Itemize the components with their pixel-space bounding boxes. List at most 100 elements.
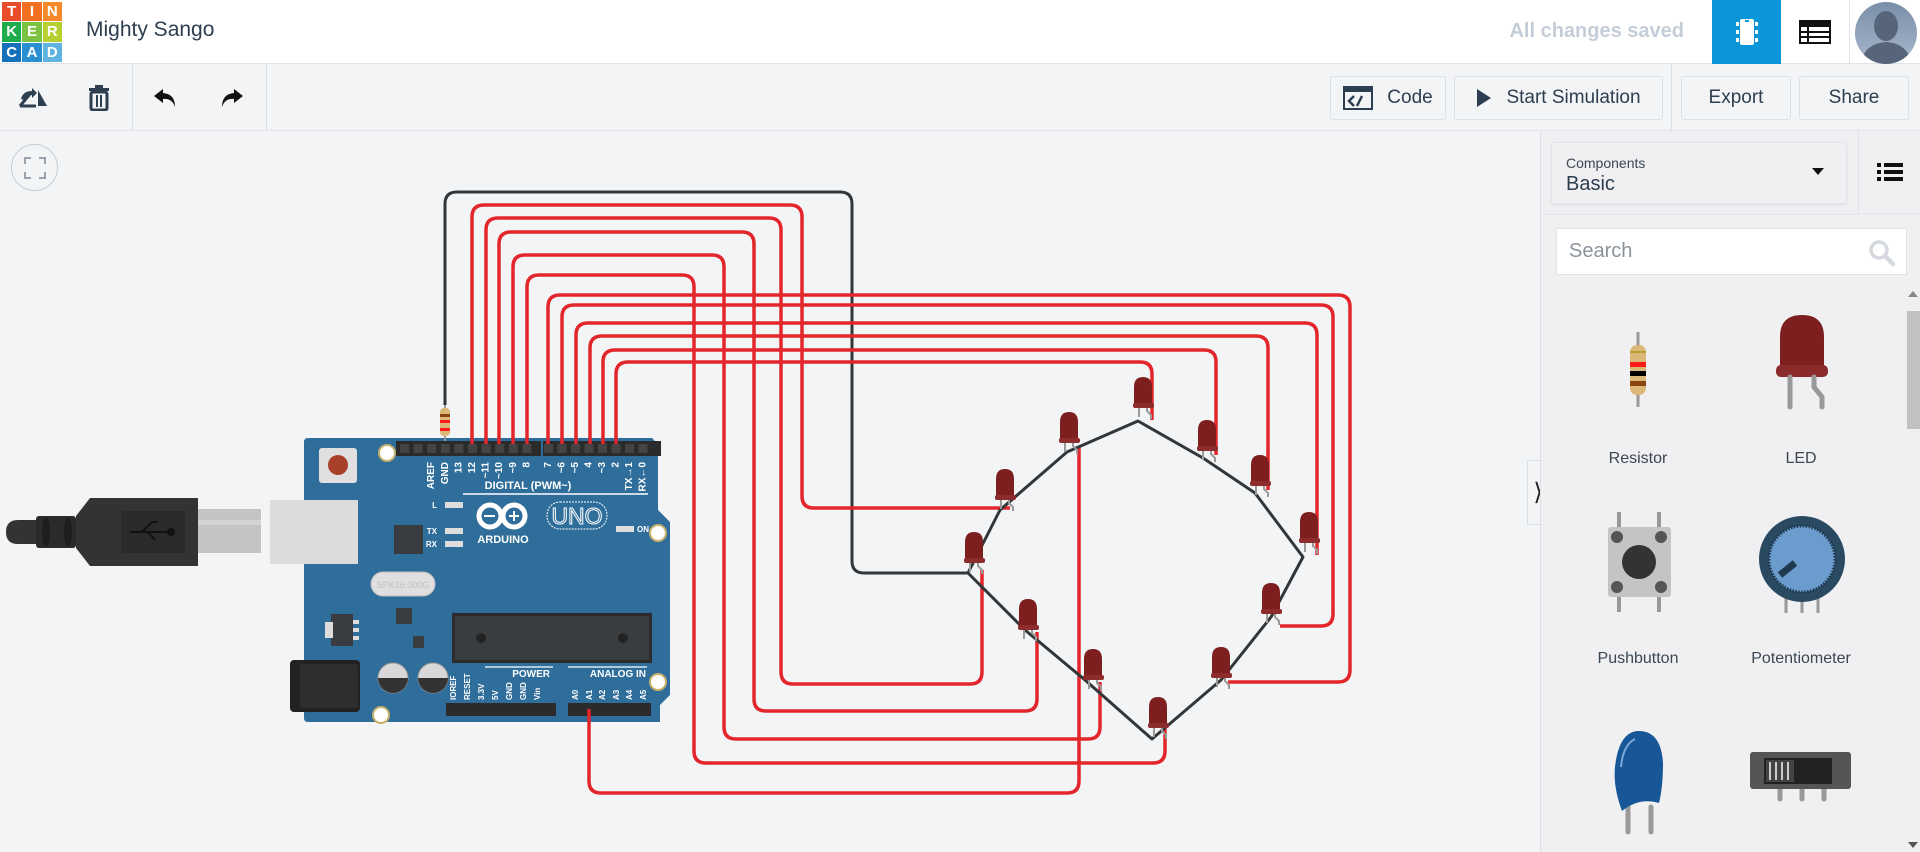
svg-text:ON: ON xyxy=(637,525,649,534)
header-pin xyxy=(584,444,594,453)
signal-wire[interactable] xyxy=(588,334,1270,490)
list-view-toggle[interactable] xyxy=(1858,131,1920,214)
pushbutton-icon xyxy=(1608,512,1671,612)
pin-label: ~6 xyxy=(557,462,568,474)
component-list-button[interactable] xyxy=(1781,0,1850,64)
export-label: Export xyxy=(1708,87,1764,108)
list-icon xyxy=(1877,163,1903,181)
logo-letter: K xyxy=(2,22,22,42)
rotate-icon xyxy=(18,88,47,108)
pin-label: A4 xyxy=(625,689,634,700)
svg-text:TX: TX xyxy=(427,527,438,536)
header-pin xyxy=(400,444,409,453)
pin-label: RESET xyxy=(463,673,472,700)
pin-label: 2 xyxy=(611,462,622,468)
components-dropdown[interactable]: Components Basic xyxy=(1551,142,1847,204)
signal-wire[interactable] xyxy=(560,303,1335,628)
pin-label: GND xyxy=(440,462,451,484)
pin-label: ~5 xyxy=(570,462,581,474)
project-title[interactable]: Mighty Sango xyxy=(86,18,214,42)
code-icon xyxy=(1343,86,1374,110)
undo-button[interactable] xyxy=(150,82,182,114)
component-potentiometer[interactable]: Potentiometer xyxy=(1726,507,1876,697)
led[interactable] xyxy=(964,532,985,574)
scroll-up-arrow-icon[interactable] xyxy=(1908,291,1918,297)
header-pin xyxy=(440,444,450,453)
circuit-view-button[interactable] xyxy=(1712,0,1781,64)
header-pin xyxy=(413,444,423,453)
header-pin xyxy=(454,444,464,453)
mount-hole xyxy=(378,444,396,462)
code-label: Code xyxy=(1387,87,1433,108)
digital-header-label: DIGITAL (PWM~) xyxy=(485,480,572,492)
component-list-icon xyxy=(1799,20,1831,44)
user-silhouette-icon xyxy=(1861,11,1911,64)
pin-label: 8 xyxy=(521,462,532,468)
search-input[interactable] xyxy=(1557,229,1906,274)
pin-label: ~3 xyxy=(597,462,608,474)
share-label: Share xyxy=(1828,87,1880,108)
svg-text:L: L xyxy=(432,501,437,510)
component-slideswitch[interactable] xyxy=(1726,707,1876,852)
pin-label: ~10 xyxy=(494,462,505,479)
resistor[interactable] xyxy=(440,405,450,441)
header-pin xyxy=(625,444,634,453)
panel-scrollbar[interactable] xyxy=(1905,291,1920,852)
rotate-button[interactable] xyxy=(17,82,49,114)
logo-letter: T xyxy=(2,2,22,22)
pin-label: A3 xyxy=(612,689,621,700)
potentiometer-icon xyxy=(1759,516,1845,613)
header-pin xyxy=(544,444,553,453)
pin-label: A1 xyxy=(585,689,594,700)
pin-label: A5 xyxy=(639,689,648,700)
scroll-thumb[interactable] xyxy=(1907,311,1920,429)
caret-down-icon xyxy=(1812,168,1824,175)
pin-label: ~9 xyxy=(508,462,519,474)
code-button[interactable]: Code xyxy=(1330,76,1446,120)
logo-letter: E xyxy=(22,22,42,42)
logo-letter: A xyxy=(22,42,42,62)
pin-label: 3.3V xyxy=(477,683,486,700)
components-dropdown-value: Basic xyxy=(1566,173,1615,195)
logo-letter: N xyxy=(42,2,62,22)
pin-label: AREF xyxy=(426,462,437,489)
component-pushbutton[interactable]: Pushbutton xyxy=(1563,507,1713,697)
start-simulation-button[interactable]: Start Simulation xyxy=(1454,76,1663,120)
header-pin xyxy=(598,444,607,453)
search-icon[interactable] xyxy=(1868,239,1896,267)
analog-label: ANALOG IN xyxy=(590,669,646,680)
board-brand: ARDUINO xyxy=(477,534,529,546)
tinkercad-logo[interactable]: T I N K E R C A D xyxy=(2,2,62,62)
logo-letter: D xyxy=(42,42,62,62)
mount-hole xyxy=(649,673,667,691)
capacitor-icon xyxy=(1614,731,1663,835)
export-button[interactable]: Export xyxy=(1681,76,1791,120)
pin-label: A2 xyxy=(598,689,607,700)
scroll-down-arrow-icon[interactable] xyxy=(1908,842,1918,848)
pin-label: RX←0 xyxy=(638,462,649,492)
user-avatar[interactable] xyxy=(1855,2,1917,64)
mount-hole xyxy=(649,524,667,542)
pin-label: 13 xyxy=(453,462,464,474)
trash-icon xyxy=(89,85,109,111)
slideswitch-icon xyxy=(1750,752,1851,802)
component-led[interactable]: LED xyxy=(1726,307,1876,497)
toolbar-divider xyxy=(132,64,133,131)
redo-button[interactable] xyxy=(215,82,247,114)
header-pin xyxy=(557,444,567,453)
pin-label: IOREF xyxy=(449,675,458,700)
start-simulation-label: Start Simulation xyxy=(1506,87,1641,108)
component-resistor[interactable]: Resistor xyxy=(1563,307,1713,497)
components-dropdown-label: Components xyxy=(1566,155,1646,171)
share-button[interactable]: Share xyxy=(1799,76,1909,120)
arduino-uno-board[interactable]: AREF GND 13 12 ~11 ~10 ~9 8 7 ~6 ~5 4 ~3 2 TX→1 RX←0 DI… xyxy=(270,438,670,724)
component-capacitor[interactable] xyxy=(1563,707,1713,852)
delete-button[interactable] xyxy=(83,82,115,114)
circuit-canvas[interactable]: AREF GND 13 12 ~11 ~10 ~9 8 7 ~6 ~5 4 ~3 2 TX→1 RX←0 DI… xyxy=(0,131,1540,852)
component-search[interactable] xyxy=(1556,228,1907,275)
resistor-icon xyxy=(1630,332,1646,407)
play-icon xyxy=(1477,89,1492,107)
undo-icon xyxy=(154,89,175,107)
header-pin xyxy=(481,444,491,453)
pin-label: ~11 xyxy=(481,462,492,479)
